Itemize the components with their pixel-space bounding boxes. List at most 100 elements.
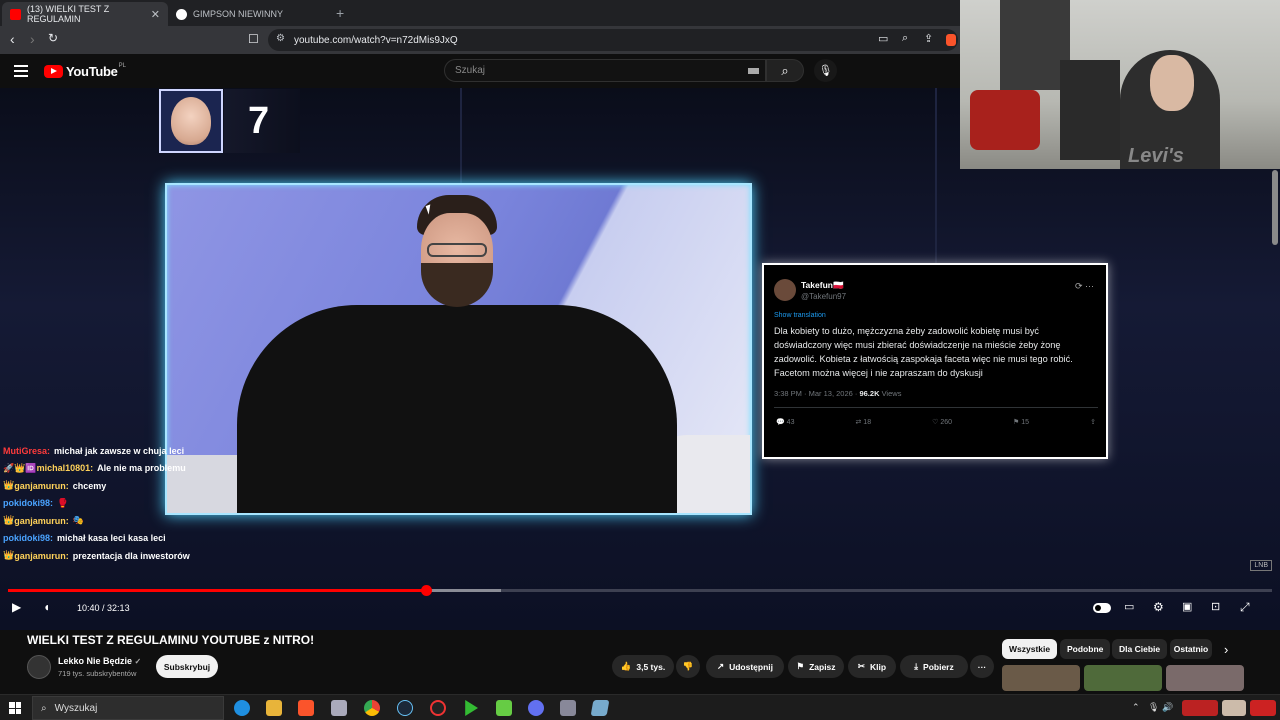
- chrome-icon[interactable]: [364, 700, 380, 716]
- download-button[interactable]: ⤓ Pobierz: [900, 655, 968, 678]
- reply-icon: 💬 43: [776, 419, 795, 426]
- clip-button[interactable]: ✂ Klip: [848, 655, 896, 678]
- channel-avatar[interactable]: [27, 655, 51, 679]
- save-button[interactable]: ⚑ Zapisz: [788, 655, 844, 678]
- tweet-handle: @Takefun97: [801, 292, 847, 301]
- tray-app-icon[interactable]: [1222, 700, 1246, 716]
- forward-icon[interactable]: ›: [30, 31, 35, 47]
- app-icon[interactable]: [331, 700, 347, 716]
- zoom-icon[interactable]: ⌕: [902, 32, 908, 45]
- thumbs-down-icon: 👎: [682, 661, 694, 671]
- cast-icon[interactable]: ▭: [878, 32, 888, 45]
- chat-line: pokidoki98: michał kasa leci kasa leci: [3, 533, 166, 544]
- close-tab-icon[interactable]: ✕: [151, 8, 160, 21]
- speaker-icon[interactable]: 🔊: [1162, 702, 1173, 713]
- shirt-logo-image: Levi's: [1128, 145, 1184, 167]
- voice-search-button[interactable]: 🎙: [814, 59, 837, 82]
- windows-start-icon[interactable]: [9, 702, 21, 714]
- chip-related[interactable]: Podobne: [1060, 639, 1111, 659]
- obs-icon[interactable]: [430, 700, 446, 716]
- cast-icon[interactable]: ⊡: [1211, 600, 1220, 613]
- subscribe-button[interactable]: Subskrybuj: [156, 655, 218, 678]
- video-player[interactable]: 7 Takefun🇵🇱 @Takefun97 ⟳ ··· Show transl…: [0, 88, 1280, 630]
- taskbar-search[interactable]: ⌕ Wyszukaj: [32, 696, 224, 720]
- tray-app-icon[interactable]: [1250, 700, 1276, 716]
- chip-recent[interactable]: Ostatnio: [1170, 639, 1212, 659]
- tab-youtube[interactable]: (13) WIELKI TEST Z REGULAMIN ✕: [2, 2, 168, 26]
- recommended-thumbnail[interactable]: [1084, 665, 1162, 691]
- edge-icon[interactable]: [234, 700, 250, 716]
- search-input[interactable]: Szukaj: [444, 59, 766, 82]
- channel-watermark-icon[interactable]: LNB: [1250, 560, 1272, 571]
- discord-icon[interactable]: [528, 700, 544, 716]
- chat-line: 👑 ganjamurun: prezentacja dla inwestorów: [3, 550, 190, 561]
- share-button[interactable]: ↗ Udostępnij: [706, 655, 784, 678]
- volume-icon[interactable]: ◖: [43, 600, 50, 614]
- app-icon[interactable]: [496, 700, 512, 716]
- brave-shield-icon[interactable]: [946, 34, 956, 46]
- stage-light: [935, 88, 937, 288]
- miniplayer-icon[interactable]: ▣: [1182, 600, 1192, 613]
- chat-line: 🚀👑🆔 michal10801: Ale nie ma problemu: [3, 462, 186, 474]
- country-code: PL: [118, 62, 126, 69]
- brave-icon[interactable]: [298, 700, 314, 716]
- youtube-favicon-icon: [10, 8, 21, 20]
- dislike-button[interactable]: 👎: [676, 655, 700, 678]
- back-icon[interactable]: ‹: [10, 31, 15, 47]
- play-app-icon[interactable]: [465, 700, 478, 716]
- search-button[interactable]: ⌕: [766, 59, 804, 82]
- steam-icon[interactable]: [397, 700, 413, 716]
- chat-line-faded: [3, 428, 263, 442]
- retweet-icon: ⇄ 18: [855, 419, 872, 426]
- tray-app-icon[interactable]: [1182, 700, 1218, 716]
- recommended-thumbnail[interactable]: [1002, 665, 1080, 691]
- channel-name[interactable]: Lekko Nie Będzie ✓: [58, 656, 141, 666]
- search-icon: ⌕: [781, 62, 789, 78]
- bookmark-icon: ⚑ 15: [1013, 419, 1030, 426]
- keyboard-icon[interactable]: [748, 68, 759, 74]
- play-icon[interactable]: ▶: [12, 600, 21, 614]
- fullscreen-icon[interactable]: ⤢: [1240, 600, 1250, 615]
- site-info-icon[interactable]: ⚙: [276, 33, 285, 44]
- tweet-actions: 💬 43 ⇄ 18 ♡ 260 ⚑ 15 ⇪: [776, 418, 1096, 426]
- search-placeholder: Szukaj: [455, 65, 486, 76]
- chip-for-you[interactable]: Dla Ciebie: [1112, 639, 1168, 659]
- chevron-right-icon[interactable]: ›: [1224, 642, 1228, 657]
- tab-label: GIMPSON NIEWINNY: [193, 9, 284, 19]
- share-icon: ↗: [716, 661, 725, 671]
- show-translation-link: Show translation: [774, 312, 826, 319]
- red-chair-image: [970, 90, 1040, 150]
- contestant-avatar: [159, 89, 223, 153]
- new-tab-button[interactable]: +: [336, 5, 344, 21]
- recommended-thumbnail[interactable]: [1166, 665, 1244, 691]
- subtitles-icon[interactable]: ▭: [1124, 600, 1134, 613]
- share-icon: ⇪: [1090, 419, 1096, 426]
- tray-chevron-icon[interactable]: ⌃: [1132, 702, 1140, 713]
- score-counter: 7: [224, 89, 300, 153]
- tweet-text: Dla kobiety to dużo, mężczyzna żeby zado…: [774, 326, 1073, 378]
- bookmark-icon[interactable]: ☐: [248, 32, 259, 46]
- more-actions-button[interactable]: ···: [970, 655, 994, 678]
- page-scrollbar[interactable]: [1272, 170, 1278, 245]
- furniture-image: [1060, 60, 1120, 160]
- app-icon[interactable]: [590, 700, 610, 716]
- chip-all[interactable]: Wszystkie: [1002, 639, 1058, 659]
- verified-icon: ✓: [134, 657, 142, 666]
- chat-line: 👑 ganjamurun: chcemy: [3, 480, 107, 491]
- scissors-icon: ✂: [857, 661, 866, 671]
- file-explorer-icon[interactable]: [266, 700, 282, 716]
- share-icon[interactable]: ⇪: [924, 32, 933, 45]
- tweet-avatar: [774, 279, 796, 301]
- menu-icon[interactable]: [14, 65, 28, 80]
- autoplay-toggle[interactable]: [1093, 603, 1111, 613]
- progress-bar[interactable]: [8, 585, 1272, 596]
- mic-tray-icon[interactable]: 🎙: [1148, 702, 1159, 713]
- youtube-logo[interactable]: YouTube PL: [44, 62, 126, 79]
- address-bar[interactable]: ⚙ youtube.com/watch?v=n72dMis9JxQ: [268, 29, 958, 51]
- app-icon[interactable]: [560, 700, 576, 716]
- like-button[interactable]: 👍 3,5 tys.: [612, 655, 674, 678]
- reload-icon[interactable]: ↻: [48, 31, 58, 45]
- tweet-card: Takefun🇵🇱 @Takefun97 ⟳ ··· Show translat…: [762, 263, 1108, 459]
- tab-gimpson[interactable]: GIMPSON NIEWINNY: [168, 2, 328, 26]
- settings-icon[interactable]: ⚙: [1153, 600, 1164, 614]
